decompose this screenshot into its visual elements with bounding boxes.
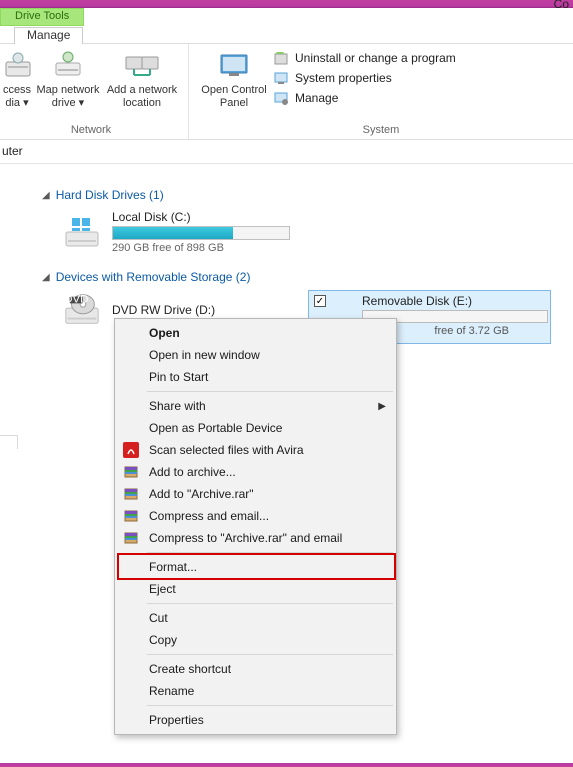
manage-icon	[273, 90, 289, 106]
winrar-icon	[123, 464, 139, 480]
system-properties-icon	[273, 70, 289, 86]
access-media-button[interactable]: ccess dia ▾	[0, 48, 34, 122]
local-disk-name: Local Disk (C:)	[112, 210, 290, 224]
map-network-drive-button[interactable]: Map network drive ▾	[34, 48, 102, 122]
menu-add-to-archive[interactable]: Add to archive...	[117, 461, 394, 483]
ribbon-tabs: Drive Tools Manage	[0, 8, 573, 44]
menu-copy[interactable]: Copy	[117, 629, 394, 651]
drive-local-disk[interactable]: Local Disk (C:) 290 GB free of 898 GB	[62, 210, 561, 254]
removable-disk-name: Removable Disk (E:)	[362, 294, 472, 308]
open-control-panel-label: Open Control Panel	[195, 84, 273, 110]
menu-properties[interactable]: Properties	[117, 709, 394, 731]
tab-manage[interactable]: Manage	[14, 27, 83, 44]
uninstall-label: Uninstall or change a program	[295, 51, 456, 65]
collapse-icon: ◢	[42, 272, 50, 283]
ribbon-group-system: Open Control Panel Uninstall or change a…	[189, 44, 573, 139]
system-group-label: System	[195, 122, 567, 139]
menu-eject[interactable]: Eject	[117, 578, 394, 600]
menu-pin-to-start[interactable]: Pin to Start	[117, 366, 394, 388]
section-removable-label: Devices with Removable Storage (2)	[56, 270, 251, 284]
system-properties-label: System properties	[295, 71, 392, 85]
uninstall-program-button[interactable]: Uninstall or change a program	[273, 50, 456, 66]
open-control-panel-button[interactable]: Open Control Panel	[195, 48, 273, 122]
hard-disk-icon	[62, 214, 102, 250]
network-drive-icon	[48, 50, 88, 82]
menu-open-new-window[interactable]: Open in new window	[117, 344, 394, 366]
svg-text:DVD: DVD	[64, 293, 88, 305]
map-network-drive-label: Map network drive ▾	[34, 84, 102, 110]
menu-compress-email[interactable]: Compress and email...	[117, 505, 394, 527]
capacity-bar	[112, 226, 290, 240]
manage-label: Manage	[295, 91, 338, 105]
section-removable-storage[interactable]: ◢ Devices with Removable Storage (2)	[42, 270, 561, 284]
breadcrumb[interactable]: uter	[0, 140, 573, 164]
menu-rename[interactable]: Rename	[117, 680, 394, 702]
section-hdd-label: Hard Disk Drives (1)	[56, 188, 164, 202]
menu-compress-archive-email[interactable]: Compress to "Archive.rar" and email	[117, 527, 394, 549]
uninstall-icon	[273, 50, 289, 66]
local-disk-free: 290 GB free of 898 GB	[112, 242, 290, 254]
dvd-drive-name: DVD RW Drive (D:)	[112, 303, 215, 317]
menu-open[interactable]: Open	[117, 322, 394, 344]
navigation-pane-divider	[0, 435, 18, 449]
winrar-icon	[123, 486, 139, 502]
add-network-location-button[interactable]: Add a network location	[102, 48, 182, 122]
window-titlebar: Co	[0, 0, 573, 8]
avira-icon	[123, 442, 139, 458]
context-menu: Open Open in new window Pin to Start Sha…	[114, 318, 397, 735]
winrar-icon	[123, 530, 139, 546]
add-network-location-label: Add a network location	[102, 84, 182, 110]
network-group-label: Network	[0, 122, 182, 139]
collapse-icon: ◢	[42, 190, 50, 201]
menu-create-shortcut[interactable]: Create shortcut	[117, 658, 394, 680]
menu-open-portable-device[interactable]: Open as Portable Device	[117, 417, 394, 439]
manage-button[interactable]: Manage	[273, 90, 456, 106]
dvd-drive-icon: DVD	[62, 292, 102, 328]
menu-scan-avira[interactable]: Scan selected files with Avira	[117, 439, 394, 461]
network-location-icon	[122, 50, 162, 82]
menu-add-to-archive-rar[interactable]: Add to "Archive.rar"	[117, 483, 394, 505]
ribbon-group-network: ccess dia ▾ Map network drive ▾ Add a ne…	[0, 44, 189, 139]
window-border-bottom	[0, 763, 573, 767]
submenu-arrow-icon: ▶	[378, 401, 386, 412]
menu-share-with[interactable]: Share with▶	[117, 395, 394, 417]
section-hard-disk-drives[interactable]: ◢ Hard Disk Drives (1)	[42, 188, 561, 202]
access-media-label: ccess dia ▾	[0, 84, 34, 110]
selection-checkbox[interactable]: ✓	[314, 295, 326, 307]
control-panel-icon	[214, 50, 254, 82]
winrar-icon	[123, 508, 139, 524]
contextual-tab-drive-tools[interactable]: Drive Tools	[0, 8, 84, 26]
system-properties-button[interactable]: System properties	[273, 70, 456, 86]
menu-cut[interactable]: Cut	[117, 607, 394, 629]
menu-format[interactable]: Format...	[117, 556, 394, 578]
ribbon: ccess dia ▾ Map network drive ▾ Add a ne…	[0, 44, 573, 140]
